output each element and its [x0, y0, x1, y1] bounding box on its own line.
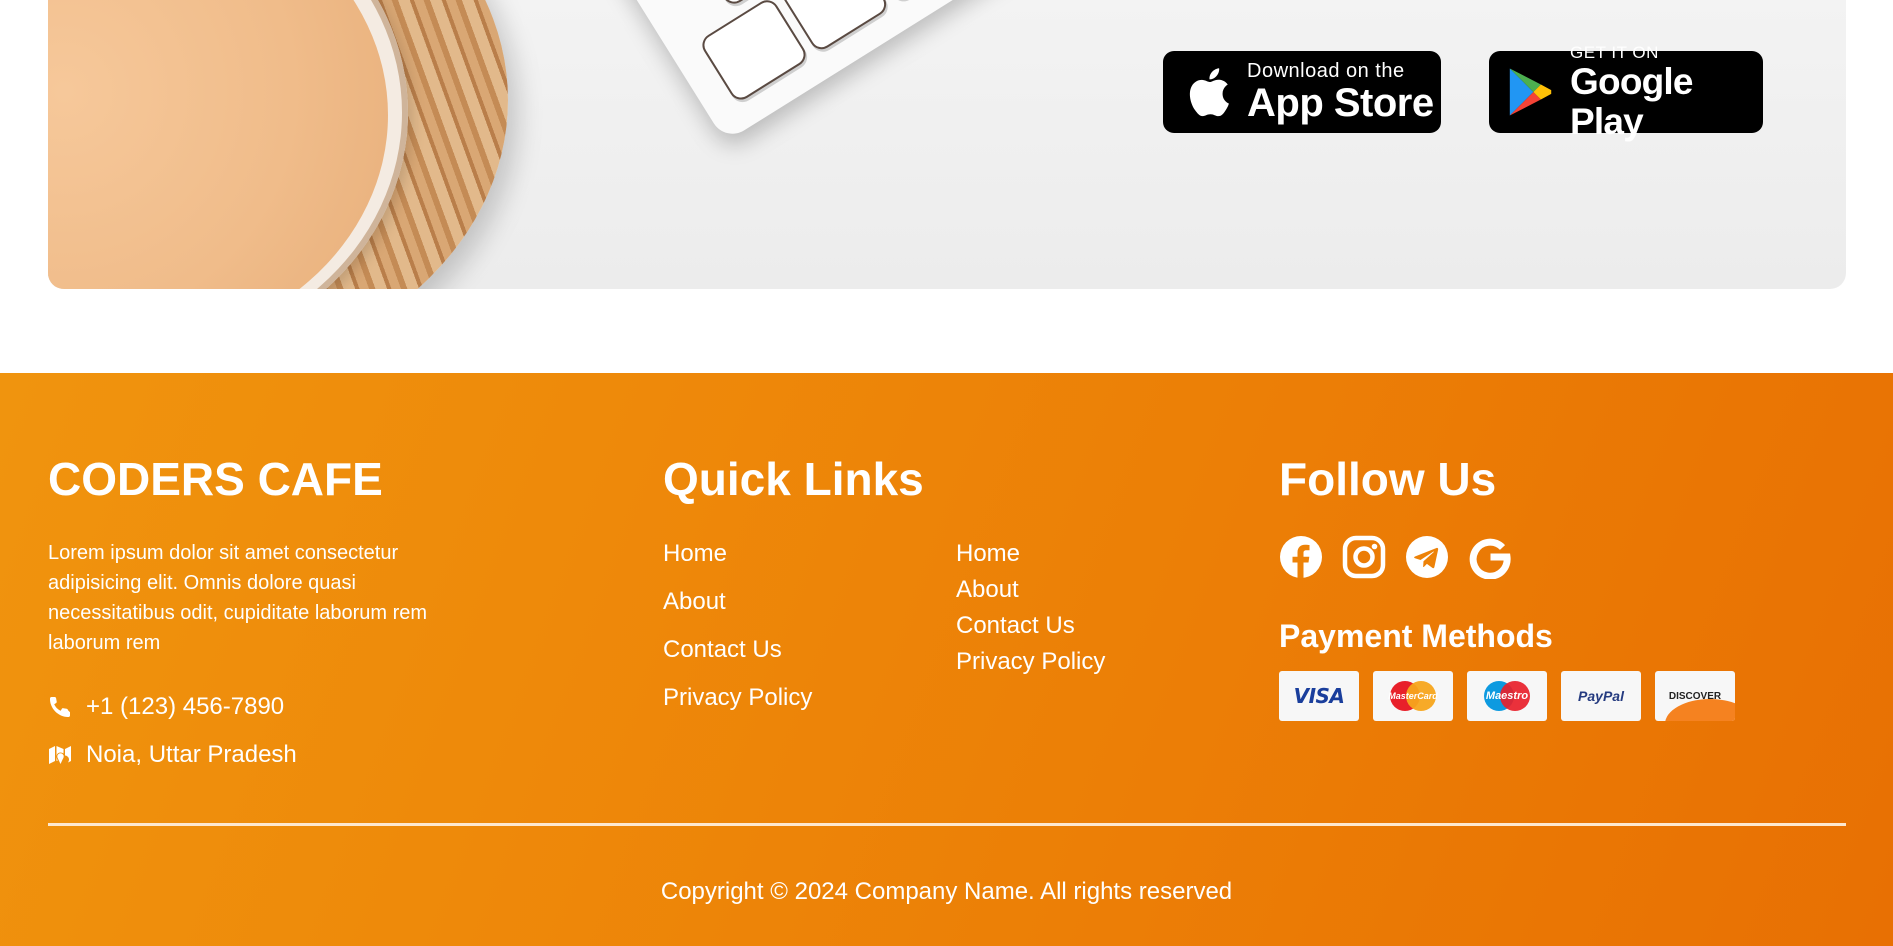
footer-link-privacy-2[interactable]: Privacy Policy [956, 647, 1105, 677]
quick-links-title: Quick Links [663, 453, 924, 505]
address-row: Noia, Uttar Pradesh [48, 741, 297, 769]
apple-icon [1189, 68, 1229, 117]
app-store-big-label: App Store [1247, 81, 1434, 125]
footer-link-about-2[interactable]: About [956, 575, 1019, 605]
maestro-card-icon: Maestro [1467, 671, 1547, 721]
telegram-icon[interactable] [1405, 535, 1449, 579]
app-store-small-label: Download on the [1247, 60, 1405, 82]
google-play-icon [1509, 68, 1552, 116]
payment-methods-title: Payment Methods [1279, 618, 1553, 654]
visa-card-icon: VISA [1279, 671, 1359, 721]
footer-link-contact-2[interactable]: Contact Us [956, 611, 1075, 641]
map-location-icon [49, 746, 71, 764]
footer-link-about[interactable]: About [663, 587, 726, 617]
phone-row: +1 (123) 456-7890 [48, 693, 284, 721]
discover-card-icon: DISCOVER [1655, 671, 1735, 721]
brand-title: CODERS CAFE [48, 453, 383, 505]
app-download-banner: Download on the App Store GET IT ON Goog… [48, 0, 1846, 289]
google-play-small-label: GET IT ON [1570, 42, 1659, 62]
phone-number: +1 (123) 456-7890 [86, 693, 285, 720]
address-text: Noia, Uttar Pradesh [86, 741, 297, 768]
footer-link-home[interactable]: Home [663, 539, 727, 569]
footer-divider [48, 823, 1846, 826]
footer-link-contact[interactable]: Contact Us [663, 635, 782, 665]
google-play-big-label: Google Play [1570, 60, 1693, 142]
google-play-button[interactable]: GET IT ON Google Play [1489, 43, 1763, 141]
footer-link-privacy[interactable]: Privacy Policy [663, 683, 812, 713]
google-icon[interactable] [1468, 535, 1512, 580]
phone-icon [49, 697, 70, 718]
copyright-text: Copyright © 2024 Company Name. All right… [660, 878, 1233, 905]
keyboard-image [593, 0, 1201, 143]
instagram-icon[interactable] [1342, 535, 1386, 579]
tea-cup-image [48, 0, 388, 289]
paypal-card-icon: PayPal [1561, 671, 1641, 721]
follow-us-title: Follow Us [1279, 453, 1497, 505]
footer-link-home-2[interactable]: Home [956, 539, 1020, 569]
brand-description: Lorem ipsum dolor sit amet consectetur a… [48, 542, 428, 654]
app-store-button[interactable]: Download on the App Store [1163, 51, 1441, 133]
site-footer: CODERS CAFE Lorem ipsum dolor sit amet c… [0, 373, 1893, 946]
facebook-icon[interactable] [1279, 535, 1323, 579]
mastercard-icon: MasterCard [1373, 671, 1453, 721]
